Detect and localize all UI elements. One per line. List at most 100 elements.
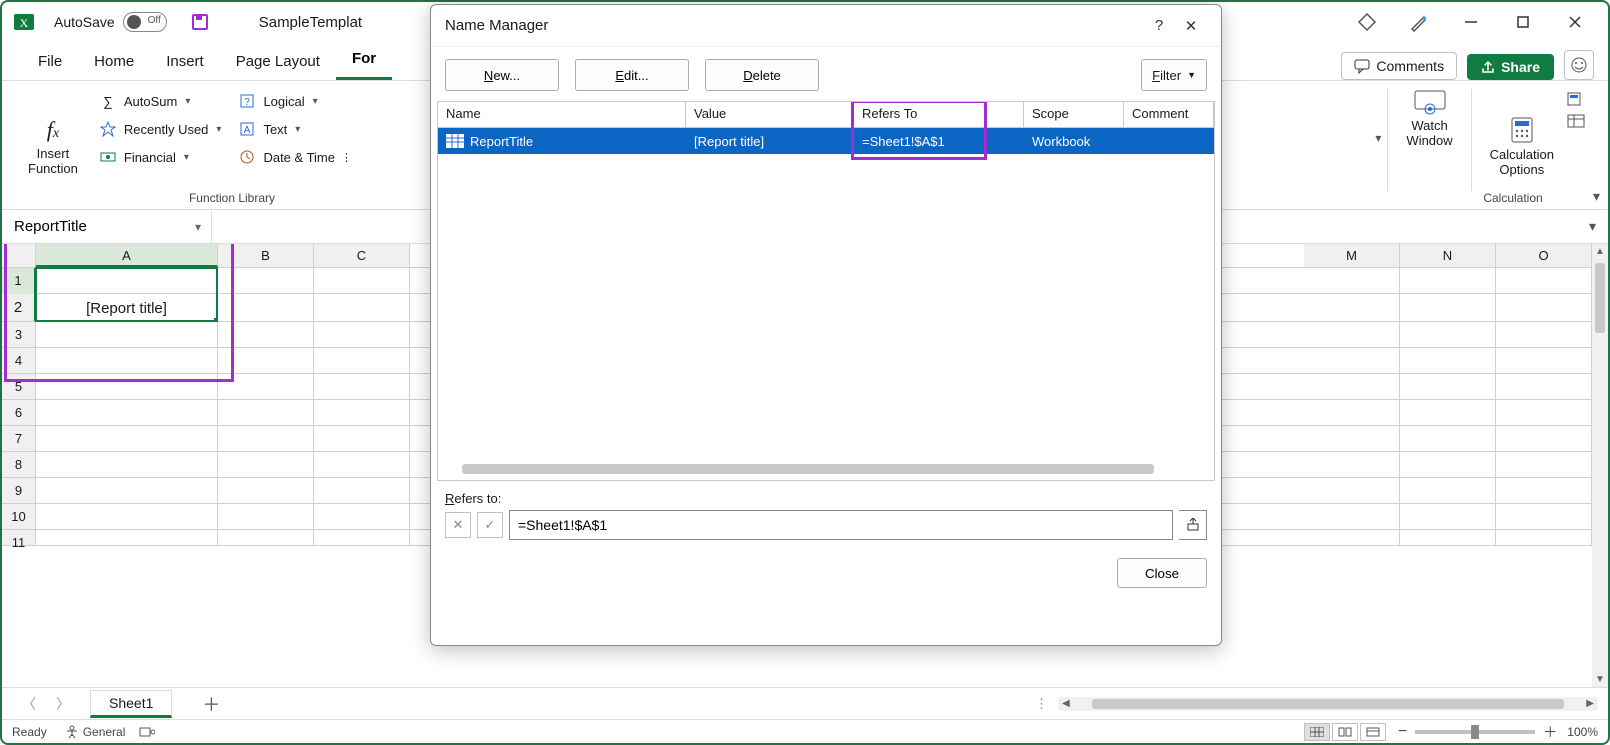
cell-o10[interactable] bbox=[1496, 504, 1592, 530]
zoom-in-button[interactable]: ＋ bbox=[1543, 722, 1557, 742]
cell-m8[interactable] bbox=[1304, 452, 1400, 478]
cell-o1[interactable] bbox=[1496, 268, 1592, 322]
column-header-b[interactable]: B bbox=[218, 244, 314, 267]
row-header-2[interactable]: 2 bbox=[2, 294, 36, 322]
calc-sheet-icon[interactable] bbox=[1566, 113, 1586, 129]
cell-n1[interactable] bbox=[1400, 268, 1496, 322]
cell-b5[interactable] bbox=[218, 374, 314, 400]
col-header-name[interactable]: Name bbox=[438, 102, 686, 127]
cell-c5[interactable] bbox=[314, 374, 410, 400]
zoom-out-button[interactable]: − bbox=[1398, 723, 1407, 741]
cell-c9[interactable] bbox=[314, 478, 410, 504]
vertical-scrollbar[interactable]: ▲▼ bbox=[1592, 244, 1608, 687]
dialog-help-button[interactable]: ? bbox=[1143, 17, 1175, 34]
cell-n5[interactable] bbox=[1400, 374, 1496, 400]
cell-b3[interactable] bbox=[218, 322, 314, 348]
cell-m4[interactable] bbox=[1304, 348, 1400, 374]
formula-bar-expand-button[interactable]: ▾ bbox=[1577, 218, 1608, 235]
col-header-refers[interactable]: Refers To bbox=[854, 102, 1024, 127]
add-sheet-button[interactable]: ＋ bbox=[202, 691, 220, 717]
cell-m5[interactable] bbox=[1304, 374, 1400, 400]
autosave-toggle[interactable]: AutoSave Off bbox=[54, 12, 167, 32]
recently-used-button[interactable]: Recently Used▾ bbox=[94, 117, 226, 141]
new-button[interactable]: New... bbox=[445, 59, 559, 91]
view-page-layout-button[interactable] bbox=[1332, 723, 1358, 741]
column-header-c[interactable]: C bbox=[314, 244, 410, 267]
cell-n3[interactable] bbox=[1400, 322, 1496, 348]
cell-c10[interactable] bbox=[314, 504, 410, 530]
cell-o8[interactable] bbox=[1496, 452, 1592, 478]
collapse-ribbon-button[interactable]: ▾ bbox=[1593, 188, 1600, 205]
cell-n10[interactable] bbox=[1400, 504, 1496, 530]
cell-a7[interactable] bbox=[36, 426, 218, 452]
cell-c6[interactable] bbox=[314, 400, 410, 426]
filter-button[interactable]: Filter▼ bbox=[1141, 59, 1207, 91]
cell-n6[interactable] bbox=[1400, 400, 1496, 426]
cell-a9[interactable] bbox=[36, 478, 218, 504]
cell-b11[interactable] bbox=[218, 530, 314, 546]
cell-c4[interactable] bbox=[314, 348, 410, 374]
name-list-hscroll[interactable] bbox=[462, 464, 1154, 474]
row-header-9[interactable]: 9 bbox=[2, 478, 36, 504]
cell-a1[interactable]: 2 [Report title] bbox=[36, 268, 218, 322]
toggle-switch[interactable]: Off bbox=[123, 12, 167, 32]
cell-a6[interactable] bbox=[36, 400, 218, 426]
cell-c8[interactable] bbox=[314, 452, 410, 478]
sheet-nav-next[interactable]: 〉 bbox=[46, 694, 80, 714]
cell-a8[interactable] bbox=[36, 452, 218, 478]
cell-a5[interactable] bbox=[36, 374, 218, 400]
cell-o7[interactable] bbox=[1496, 426, 1592, 452]
col-header-value[interactable]: Value bbox=[686, 102, 854, 127]
diamond-icon[interactable] bbox=[1354, 9, 1380, 35]
cell-n8[interactable] bbox=[1400, 452, 1496, 478]
refers-cancel-button[interactable]: ✕ bbox=[445, 512, 471, 538]
cell-b10[interactable] bbox=[218, 504, 314, 530]
select-all-corner[interactable] bbox=[2, 244, 36, 267]
pen-sparkle-icon[interactable] bbox=[1406, 9, 1432, 35]
edit-button[interactable]: Edit... bbox=[575, 59, 689, 91]
cell-o3[interactable] bbox=[1496, 322, 1592, 348]
cell-b6[interactable] bbox=[218, 400, 314, 426]
column-header-o[interactable]: O bbox=[1496, 244, 1592, 267]
column-header-m[interactable]: M bbox=[1304, 244, 1400, 267]
tab-page-layout[interactable]: Page Layout bbox=[220, 45, 336, 80]
cell-b4[interactable] bbox=[218, 348, 314, 374]
sheet-nav-prev[interactable]: 〈 bbox=[12, 694, 46, 714]
cell-m1[interactable] bbox=[1304, 268, 1400, 322]
delete-button[interactable]: Delete bbox=[705, 59, 819, 91]
calc-now-icon[interactable] bbox=[1566, 91, 1586, 107]
cell-m6[interactable] bbox=[1304, 400, 1400, 426]
row-header-4[interactable]: 4 bbox=[2, 348, 36, 374]
column-header-a[interactable]: A bbox=[36, 244, 218, 267]
cell-c1[interactable] bbox=[314, 268, 410, 322]
col-header-comment[interactable]: Comment bbox=[1124, 102, 1214, 127]
tab-file[interactable]: File bbox=[22, 45, 78, 80]
cell-m9[interactable] bbox=[1304, 478, 1400, 504]
tab-formulas[interactable]: For bbox=[336, 42, 392, 80]
row-header-8[interactable]: 8 bbox=[2, 452, 36, 478]
tab-home[interactable]: Home bbox=[78, 45, 150, 80]
cell-a11[interactable] bbox=[36, 530, 218, 546]
row-header-3[interactable]: 3 bbox=[2, 322, 36, 348]
cell-n7[interactable] bbox=[1400, 426, 1496, 452]
range-picker-button[interactable] bbox=[1179, 510, 1207, 540]
view-page-break-button[interactable] bbox=[1360, 723, 1386, 741]
cell-a10[interactable] bbox=[36, 504, 218, 530]
row-header-11[interactable]: 11 bbox=[2, 530, 36, 546]
text-button[interactable]: AText▾ bbox=[233, 117, 356, 141]
autosum-button[interactable]: ∑AutoSum▾ bbox=[94, 89, 226, 113]
cell-c7[interactable] bbox=[314, 426, 410, 452]
ribbon-chevron-1[interactable]: ▾ bbox=[1369, 85, 1387, 209]
close-button[interactable]: Close bbox=[1117, 558, 1207, 588]
insert-function-button[interactable]: fx Insert Function bbox=[20, 85, 86, 209]
name-box[interactable]: ▾ bbox=[2, 211, 212, 243]
col-header-scope[interactable]: Scope bbox=[1024, 102, 1124, 127]
column-header-n[interactable]: N bbox=[1400, 244, 1496, 267]
macro-record-icon[interactable] bbox=[139, 725, 155, 739]
restore-button[interactable] bbox=[1510, 9, 1536, 35]
refers-accept-button[interactable]: ✓ bbox=[477, 512, 503, 538]
save-button[interactable] bbox=[185, 7, 215, 37]
comments-button[interactable]: Comments bbox=[1341, 52, 1457, 80]
financial-button[interactable]: Financial▾ bbox=[94, 145, 226, 169]
row-header-7[interactable]: 7 bbox=[2, 426, 36, 452]
